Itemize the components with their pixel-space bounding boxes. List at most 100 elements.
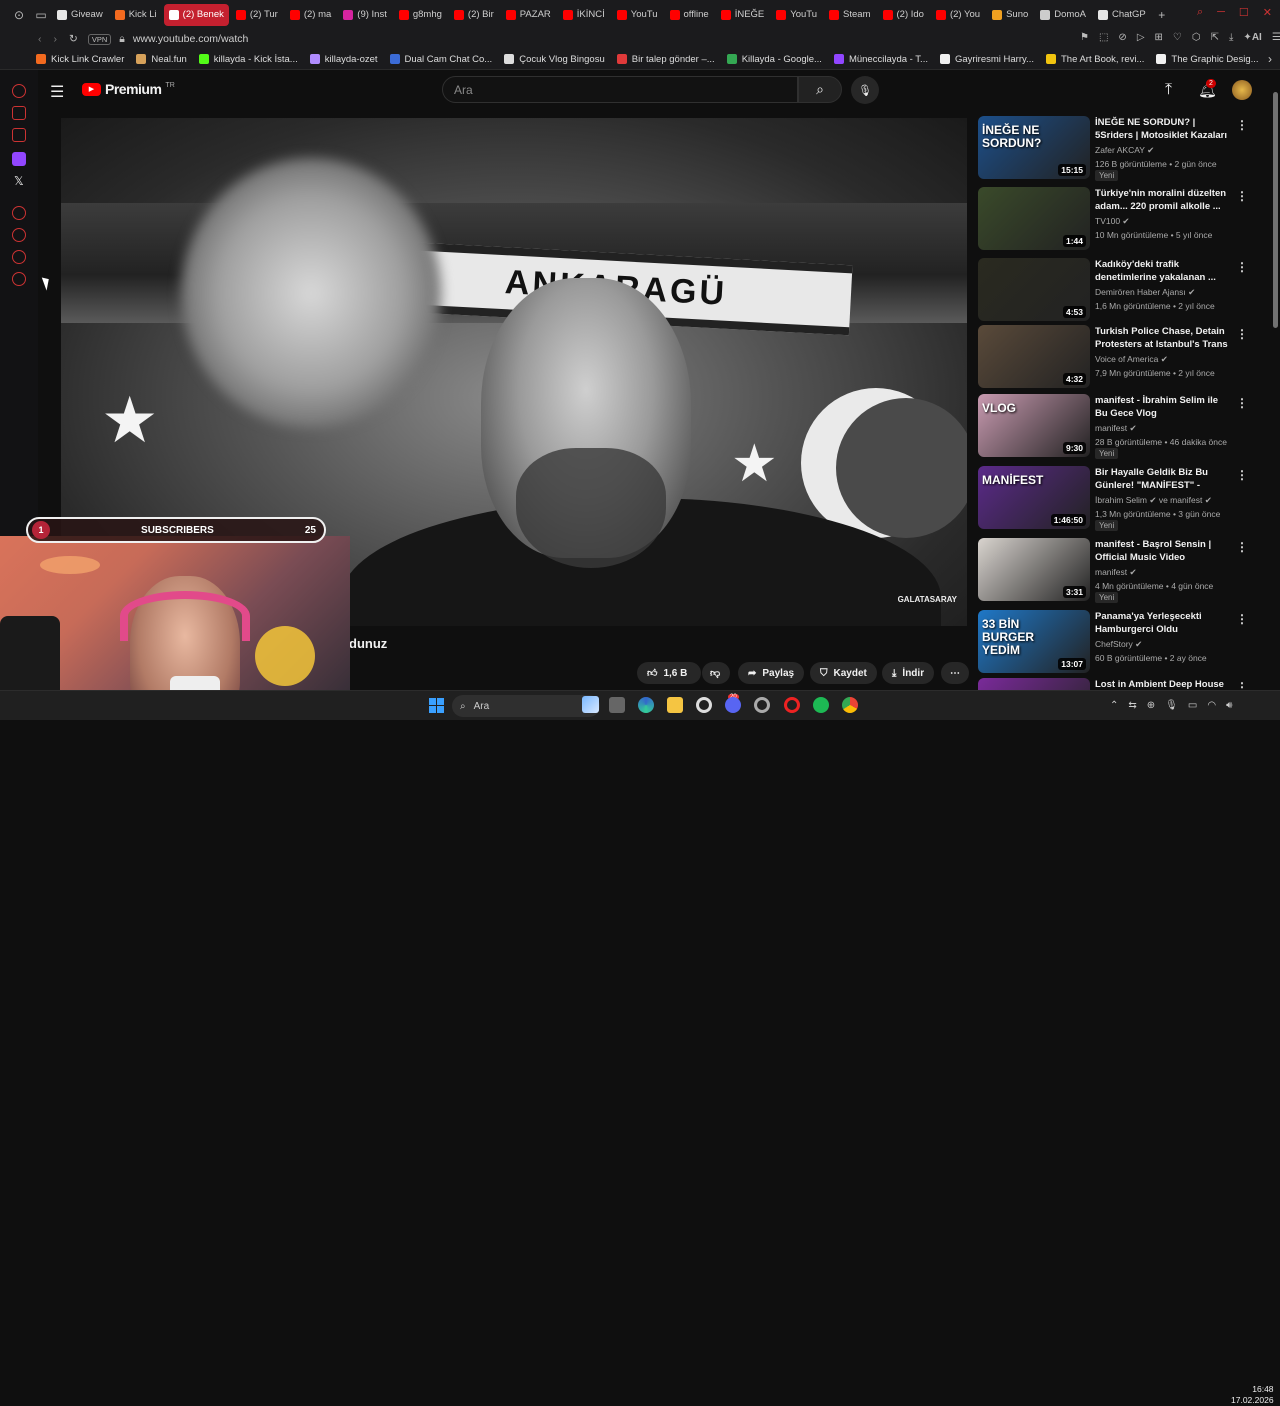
recommendation-menu-icon[interactable]: ⋮ bbox=[1236, 680, 1248, 690]
bookmark-item[interactable]: Müneccilayda - T... bbox=[833, 54, 928, 65]
bookmark-item[interactable]: killayda - Kick İsta... bbox=[198, 54, 298, 65]
lock-icon[interactable]: 🔒︎ bbox=[119, 33, 125, 46]
sidebar-whatsapp-icon[interactable] bbox=[12, 128, 26, 142]
new-tab-button[interactable]: + bbox=[1151, 4, 1173, 26]
recommendation-menu-icon[interactable]: ⋮ bbox=[1236, 260, 1248, 274]
browser-tab[interactable]: YouTu bbox=[612, 4, 663, 26]
forward-icon[interactable]: › bbox=[54, 33, 58, 45]
tray-wifi-icon[interactable]: ◠ bbox=[1207, 700, 1216, 711]
recommendation-channel[interactable]: Demirören Haber Ajansı ✔︎ bbox=[1095, 287, 1195, 298]
back-icon[interactable]: ‹ bbox=[38, 33, 42, 45]
recommendation-title[interactable]: manifest - Başrol Sensin | Official Musi… bbox=[1095, 538, 1231, 564]
recommendation-menu-icon[interactable]: ⋮ bbox=[1236, 189, 1248, 203]
browser-tab[interactable]: offline bbox=[665, 4, 714, 26]
recommendation-thumbnail[interactable]: VLOG 9:30 bbox=[978, 394, 1090, 457]
browser-tab[interactable]: İNEĞE bbox=[716, 4, 770, 26]
bookmarks-overflow-icon[interactable]: › bbox=[1268, 52, 1272, 66]
minimize-button[interactable]: ─ bbox=[1217, 6, 1225, 19]
screenshot-icon[interactable]: ⬚ bbox=[1099, 32, 1108, 43]
recommendation-item[interactable]: 4:53 Kadıköy'deki trafik denetimlerine ya… bbox=[978, 258, 1268, 326]
browser-tab[interactable]: g8mhg bbox=[394, 4, 447, 26]
avatar[interactable] bbox=[1232, 80, 1252, 100]
taskbar-settings-icon[interactable] bbox=[696, 697, 712, 713]
sidebar-pinboard-icon[interactable] bbox=[12, 250, 26, 264]
maximize-button[interactable]: ☐ bbox=[1239, 6, 1249, 19]
start-button[interactable] bbox=[429, 698, 444, 713]
download-button[interactable]: ⤓ İndir bbox=[882, 662, 935, 684]
bookmark-item[interactable]: Neal.fun bbox=[136, 54, 187, 65]
taskbar-opera-icon[interactable] bbox=[784, 697, 800, 713]
taskbar-discord-icon[interactable] bbox=[725, 697, 741, 713]
system-clock[interactable]: 16:48 17.02.2026 bbox=[1231, 1384, 1274, 1406]
url-field[interactable]: www.youtube.com/watch bbox=[133, 33, 249, 45]
hamburger-menu-icon[interactable]: ☰ bbox=[50, 82, 64, 102]
sidebar-settings-icon[interactable] bbox=[12, 272, 26, 286]
download-icon[interactable]: ⤓ bbox=[1229, 32, 1233, 43]
sidebar-history-icon[interactable] bbox=[12, 228, 26, 242]
search-input[interactable]: Ara bbox=[442, 76, 798, 103]
browser-tab[interactable]: Giveaw bbox=[52, 4, 108, 26]
taskbar-widgets-icon[interactable] bbox=[582, 696, 599, 713]
bookmark-item[interactable]: Bir talep gönder –... bbox=[616, 54, 715, 65]
browser-tab[interactable]: PAZAR bbox=[501, 4, 556, 26]
share-icon[interactable]: ⇱ bbox=[1211, 32, 1219, 43]
taskbar-obs-icon[interactable] bbox=[754, 697, 770, 713]
recommendation-thumbnail[interactable]: İNEĞE NE SORDUN? 15:15 bbox=[978, 116, 1090, 179]
tray-display-icon[interactable]: ▭ bbox=[1188, 700, 1197, 711]
recommendation-menu-icon[interactable]: ⋮ bbox=[1236, 396, 1248, 410]
recommendation-item[interactable]: 3:31 manifest - Başrol Sensin | Official … bbox=[978, 538, 1268, 606]
recommendation-title[interactable]: Turkish Police Chase, Detain Protesters … bbox=[1095, 325, 1231, 351]
browser-tab[interactable]: (9) Inst bbox=[338, 4, 392, 26]
browser-tab[interactable]: (2) Tur bbox=[231, 4, 283, 26]
recommendation-title[interactable]: manifest - İbrahim Selim ile Bu Gece Vlo… bbox=[1095, 394, 1231, 420]
taskbar-chrome-icon[interactable] bbox=[842, 697, 858, 713]
recommendation-item[interactable]: 4:32 Turkish Police Chase, Detain Protest… bbox=[978, 325, 1268, 393]
recommendation-thumbnail[interactable]: 1:44 bbox=[978, 187, 1090, 250]
reload-icon[interactable]: ↻ bbox=[69, 33, 78, 45]
share-button[interactable]: ➦ Paylaş bbox=[738, 662, 805, 684]
taskbar-spotify-icon[interactable] bbox=[813, 697, 829, 713]
browser-tab[interactable]: Suno bbox=[987, 4, 1033, 26]
tray-volume-icon[interactable]: 🔊︎ bbox=[1226, 700, 1232, 711]
heart-icon[interactable]: ♡ bbox=[1173, 32, 1182, 43]
like-button[interactable]: 👍︎ 1,6 B bbox=[637, 662, 701, 684]
browser-tab[interactable]: (2) ma bbox=[285, 4, 336, 26]
recommendation-item[interactable]: Lost in Ambient Deep House ⋮ bbox=[978, 678, 1268, 690]
recommendation-thumbnail[interactable]: MANİFEST 1:46:50 bbox=[978, 466, 1090, 529]
recommendation-thumbnail[interactable]: 3:31 bbox=[978, 538, 1090, 601]
bookmark-item[interactable]: Kick Link Crawler bbox=[36, 54, 124, 65]
recommendation-thumbnail[interactable]: 4:53 bbox=[978, 258, 1090, 321]
bookmark-item[interactable]: The Art Book, revi... bbox=[1045, 54, 1144, 65]
bookmark-item[interactable]: Gayriresmi Harry... bbox=[939, 54, 1034, 65]
taskbar-explorer-icon[interactable] bbox=[667, 697, 683, 713]
save-button[interactable]: ⛉ Kaydet bbox=[810, 662, 877, 684]
close-window-button[interactable]: ✕ bbox=[1263, 6, 1272, 19]
recommendation-menu-icon[interactable]: ⋮ bbox=[1236, 612, 1248, 626]
recommendation-title[interactable]: Bir Hayalle Geldik Biz Bu Günlere! "MANİ… bbox=[1095, 466, 1231, 492]
recommendation-title[interactable]: İNEĞE NE SORDUN? | 5Sriders | Motosiklet… bbox=[1095, 116, 1231, 142]
recommendation-item[interactable]: VLOG 9:30 manifest - İbrahim Selim ile Bu … bbox=[978, 394, 1268, 462]
recommendation-channel[interactable]: manifest ✔︎ bbox=[1095, 423, 1137, 434]
bookmark-icon[interactable]: ⚑ bbox=[1080, 32, 1089, 43]
browser-tab[interactable]: İKİNCİ bbox=[558, 4, 610, 26]
browser-tab[interactable]: (2) Bir bbox=[449, 4, 499, 26]
recommendation-title[interactable]: Kadıköy'deki trafik denetimlerine yakala… bbox=[1095, 258, 1231, 284]
recommendation-thumbnail[interactable] bbox=[978, 678, 1090, 690]
sidebar-twitch-icon[interactable] bbox=[12, 152, 26, 166]
recommendation-channel[interactable]: ChefStory ✔︎ bbox=[1095, 639, 1142, 650]
search-tabs-icon[interactable]: ⌕ bbox=[1197, 6, 1203, 19]
taskbar-search[interactable]: ⌕ Ara bbox=[452, 695, 600, 717]
recommendation-menu-icon[interactable]: ⋮ bbox=[1236, 118, 1248, 132]
browser-tab[interactable]: Steam bbox=[824, 4, 875, 26]
recommendation-menu-icon[interactable]: ⋮ bbox=[1236, 468, 1248, 482]
search-button[interactable]: ⌕ bbox=[798, 76, 842, 103]
tray-chevron-icon[interactable]: ⌃ bbox=[1110, 700, 1118, 711]
vpn-badge[interactable]: VPN bbox=[87, 33, 112, 45]
tab-switcher-icon[interactable]: ▭ bbox=[30, 4, 52, 26]
recommendation-channel[interactable]: Zafer AKCAY ✔︎ bbox=[1095, 145, 1154, 156]
tray-vpn-icon[interactable]: ⊕ bbox=[1147, 700, 1155, 711]
recommendation-item[interactable]: İNEĞE NE SORDUN? 15:15 İNEĞE NE SORDUN? | … bbox=[978, 116, 1268, 184]
recommendation-menu-icon[interactable]: ⋮ bbox=[1236, 540, 1248, 554]
bookmark-item[interactable]: killayda-ozet bbox=[309, 54, 378, 65]
recommendation-title[interactable]: Türkiye'nin moralini düzelten adam... 22… bbox=[1095, 187, 1231, 213]
